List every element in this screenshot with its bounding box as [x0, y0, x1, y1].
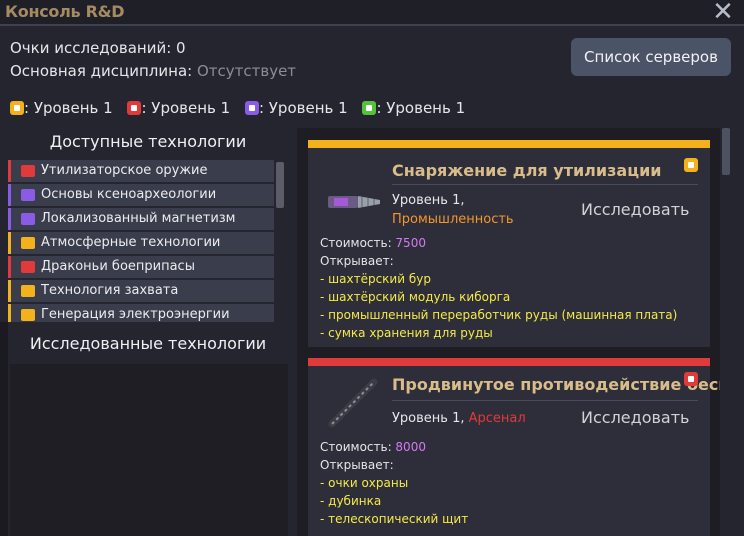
tech-level: Уровень 1, — [392, 193, 465, 208]
tech-label: Основы ксеноархеологии — [41, 187, 217, 202]
researched-technologies-list — [10, 364, 288, 536]
level-text: : Уровень 1 — [24, 98, 113, 117]
tech-item[interactable]: Утилизаторское оружие — [8, 160, 274, 182]
tech-icon — [21, 285, 35, 297]
tech-item[interactable]: Основы ксеноархеологии — [8, 184, 274, 206]
tech-icon — [21, 213, 35, 225]
industry-icon — [684, 158, 698, 172]
details-scrollbar[interactable] — [722, 128, 730, 175]
discipline-levels: : Уровень 1 : Уровень 1 : Уровень 1 : Ур… — [10, 98, 475, 120]
mining-drill-icon — [328, 196, 380, 208]
level-biochem: : Уровень 1 — [362, 99, 465, 117]
research-points-value: 0 — [176, 39, 186, 57]
cost-value: 7500 — [395, 236, 426, 250]
tech-level: Уровень 1, — [392, 411, 465, 426]
tech-card: Снаряжение для утилизации Уровень 1, Про… — [308, 140, 710, 347]
tech-level-line: Уровень 1, Арсенал — [392, 411, 526, 426]
level-experimental: : Уровень 1 — [244, 98, 348, 117]
tech-icon — [21, 309, 35, 321]
cost-label: Стоимость: — [320, 236, 396, 250]
main-discipline-value: Отсутствует — [196, 62, 297, 80]
tech-icon — [21, 165, 35, 177]
arsenal-icon — [127, 100, 142, 115]
cost-value: 8000 — [395, 440, 426, 454]
card-divider — [392, 400, 698, 401]
tech-discipline: Промышленность — [392, 212, 514, 227]
card-divider — [392, 184, 698, 185]
research-button[interactable]: Исследовать — [581, 200, 689, 219]
unlocks-label: Открывает: — [320, 254, 394, 268]
close-icon[interactable]: ✕ — [710, 0, 736, 25]
available-list-scrollbar[interactable] — [276, 162, 284, 208]
tech-item[interactable]: Локализованный магнетизм — [8, 208, 274, 230]
unlock-item: - шахтёрский модуль киборга — [320, 290, 511, 304]
level-arsenal: : Уровень 1 — [127, 99, 230, 117]
tech-card: Продвинутое противодействие беспорядкам … — [308, 358, 720, 536]
biochem-icon — [362, 100, 377, 115]
main-discipline: Основная дисциплина: Отсутствует — [10, 62, 296, 80]
unlock-item: - очки охраны — [320, 476, 409, 490]
research-points: Очки исследований: 0 — [10, 39, 186, 57]
window-title: Консоль R&D — [5, 2, 125, 21]
level-text: : Уровень 1 — [258, 98, 348, 117]
research-button[interactable]: Исследовать — [581, 408, 689, 427]
title-divider — [0, 24, 744, 26]
tech-name: Снаряжение для утилизации — [392, 161, 662, 180]
tech-label: Драконьи боеприпасы — [41, 259, 195, 274]
unlock-item: - шахтёрский бур — [320, 272, 431, 286]
unlock-item: - сумка хранения для руды — [320, 326, 493, 340]
tech-discipline: Арсенал — [468, 411, 526, 426]
available-technologies-title: Доступные технологии — [49, 132, 247, 151]
discipline-bar — [308, 358, 710, 366]
tech-item[interactable]: Атмосферные технологии — [8, 232, 274, 254]
level-text: : Уровень 1 — [376, 98, 466, 117]
unlock-item: - дубинка — [320, 494, 382, 508]
experimental-icon — [244, 100, 259, 115]
title-bar: Консоль R&D ✕ — [0, 0, 744, 25]
tech-cost: Стоимость: 8000 — [320, 440, 426, 454]
industry-icon — [10, 100, 24, 115]
unlocks-label: Открывает: — [320, 458, 394, 472]
tech-label: Технология захвата — [41, 283, 179, 298]
tech-name: Продвинутое противодействие беспорядкам — [392, 375, 720, 394]
cost-label: Стоимость: — [320, 440, 396, 454]
main-discipline-label: Основная дисциплина: — [10, 62, 197, 80]
tech-label: Утилизаторское оружие — [41, 163, 208, 178]
unlock-item: - телескопический щит — [320, 512, 469, 526]
arsenal-icon — [684, 372, 698, 386]
tech-item[interactable]: Технология захвата — [8, 280, 274, 302]
left-edge — [0, 322, 8, 536]
tech-cost: Стоимость: 7500 — [320, 236, 426, 250]
technology-details-panel: Снаряжение для утилизации Уровень 1, Про… — [297, 128, 720, 536]
tech-label: Атмосферные технологии — [41, 235, 221, 250]
level-text: : Уровень 1 — [141, 98, 231, 117]
unlock-item: - промышленный переработчик руды (машинн… — [320, 308, 678, 322]
research-points-label: Очки исследований: — [10, 39, 177, 57]
tech-item[interactable]: Драконьи боеприпасы — [8, 256, 274, 278]
researched-technologies-title: Исследованные технологии — [29, 334, 267, 353]
discipline-bar — [308, 140, 710, 148]
tech-item[interactable]: Генерация электроэнергии — [8, 304, 274, 322]
tech-label: Локализованный магнетизм — [41, 211, 236, 226]
available-technologies-list: Утилизаторское оружие Основы ксеноархеол… — [8, 160, 287, 322]
tech-label: Генерация электроэнергии — [41, 307, 230, 322]
tech-icon — [21, 189, 35, 201]
level-industry: : Уровень 1 — [10, 99, 113, 117]
tech-icon — [21, 261, 35, 273]
tech-icon — [21, 237, 35, 249]
server-list-button[interactable]: Список серверов — [571, 38, 731, 76]
baton-icon — [328, 378, 378, 428]
